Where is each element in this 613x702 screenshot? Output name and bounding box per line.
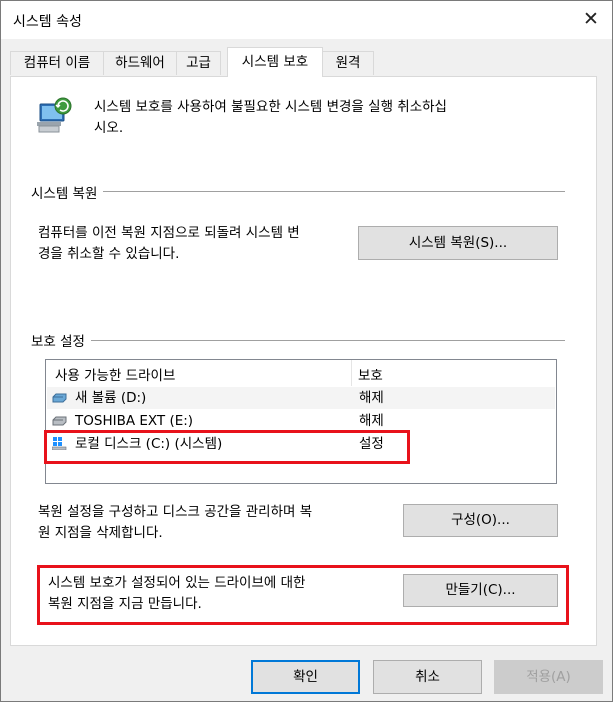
intro-line-2: 시오.: [94, 120, 124, 136]
title-bar: 시스템 속성 ✕: [1, 1, 612, 39]
system-restore-button[interactable]: 시스템 복원(S)...: [358, 226, 558, 260]
drive-row-d[interactable]: 새 볼륨 (D:) 해제: [47, 387, 555, 409]
restore-group-label: 시스템 복원: [31, 182, 104, 202]
drive-icon: [52, 416, 67, 426]
restore-group-divider: [31, 191, 565, 192]
drive-protection-status: 설정: [359, 436, 384, 452]
configure-description-line-2: 원 지점을 삭제합니다.: [38, 525, 163, 541]
configure-description-line-1: 복원 설정을 구성하고 디스크 공간을 관리하며 복: [38, 504, 313, 520]
column-header-protection[interactable]: 보호: [358, 364, 383, 384]
drive-protection-status: 해제: [359, 390, 384, 406]
protection-group-divider: [31, 340, 565, 341]
system-properties-window: 시스템 속성 ✕ 컴퓨터 이름 하드웨어 고급 시스템 보호 원격 시스템 보호…: [0, 0, 613, 702]
column-separator: [351, 360, 352, 386]
drive-icon: [52, 393, 67, 403]
restore-description-line-1: 컴퓨터를 이전 복원 지점으로 되돌려 시스템 변: [38, 225, 300, 241]
tab-remote[interactable]: 원격: [322, 51, 374, 75]
cancel-button[interactable]: 취소: [373, 660, 482, 694]
configure-button[interactable]: 구성(O)...: [403, 504, 558, 537]
tab-system-protection[interactable]: 시스템 보호: [227, 47, 323, 77]
drive-row-e[interactable]: TOSHIBA EXT (E:) 해제: [47, 410, 555, 432]
system-protection-icon: [37, 97, 72, 133]
drive-row-c[interactable]: 로컬 디스크 (C:) (시스템) 설정: [47, 433, 555, 455]
windows-drive-icon: [52, 437, 67, 450]
restore-description-line-2: 경을 취소할 수 있습니다.: [38, 246, 180, 262]
tab-computer-name[interactable]: 컴퓨터 이름: [10, 51, 104, 75]
drive-name: 로컬 디스크 (C:) (시스템): [75, 436, 223, 452]
tab-advanced[interactable]: 고급: [176, 51, 221, 75]
protection-group-label: 보호 설정: [31, 330, 91, 350]
create-description-line-2: 복원 지점을 지금 만듭니다.: [48, 596, 202, 612]
drive-name: TOSHIBA EXT (E:): [75, 413, 194, 429]
intro-line-1: 시스템 보호를 사용하여 불필요한 시스템 변경을 실행 취소하십: [94, 99, 447, 115]
apply-button[interactable]: 적용(A): [494, 660, 603, 694]
close-icon[interactable]: ✕: [573, 3, 609, 35]
create-button[interactable]: 만들기(C)...: [403, 574, 558, 607]
drive-name: 새 볼륨 (D:): [75, 390, 147, 406]
column-header-drives[interactable]: 사용 가능한 드라이브: [55, 364, 175, 384]
tab-hardware[interactable]: 하드웨어: [103, 51, 177, 75]
ok-button[interactable]: 확인: [251, 660, 360, 694]
drives-list[interactable]: 사용 가능한 드라이브 보호 새 볼륨 (D:) 해제 TOSHIBA EXT …: [45, 359, 557, 484]
drive-protection-status: 해제: [359, 413, 384, 429]
create-description-line-1: 시스템 보호가 설정되어 있는 드라이브에 대한: [48, 575, 306, 591]
window-title: 시스템 속성: [13, 14, 82, 30]
